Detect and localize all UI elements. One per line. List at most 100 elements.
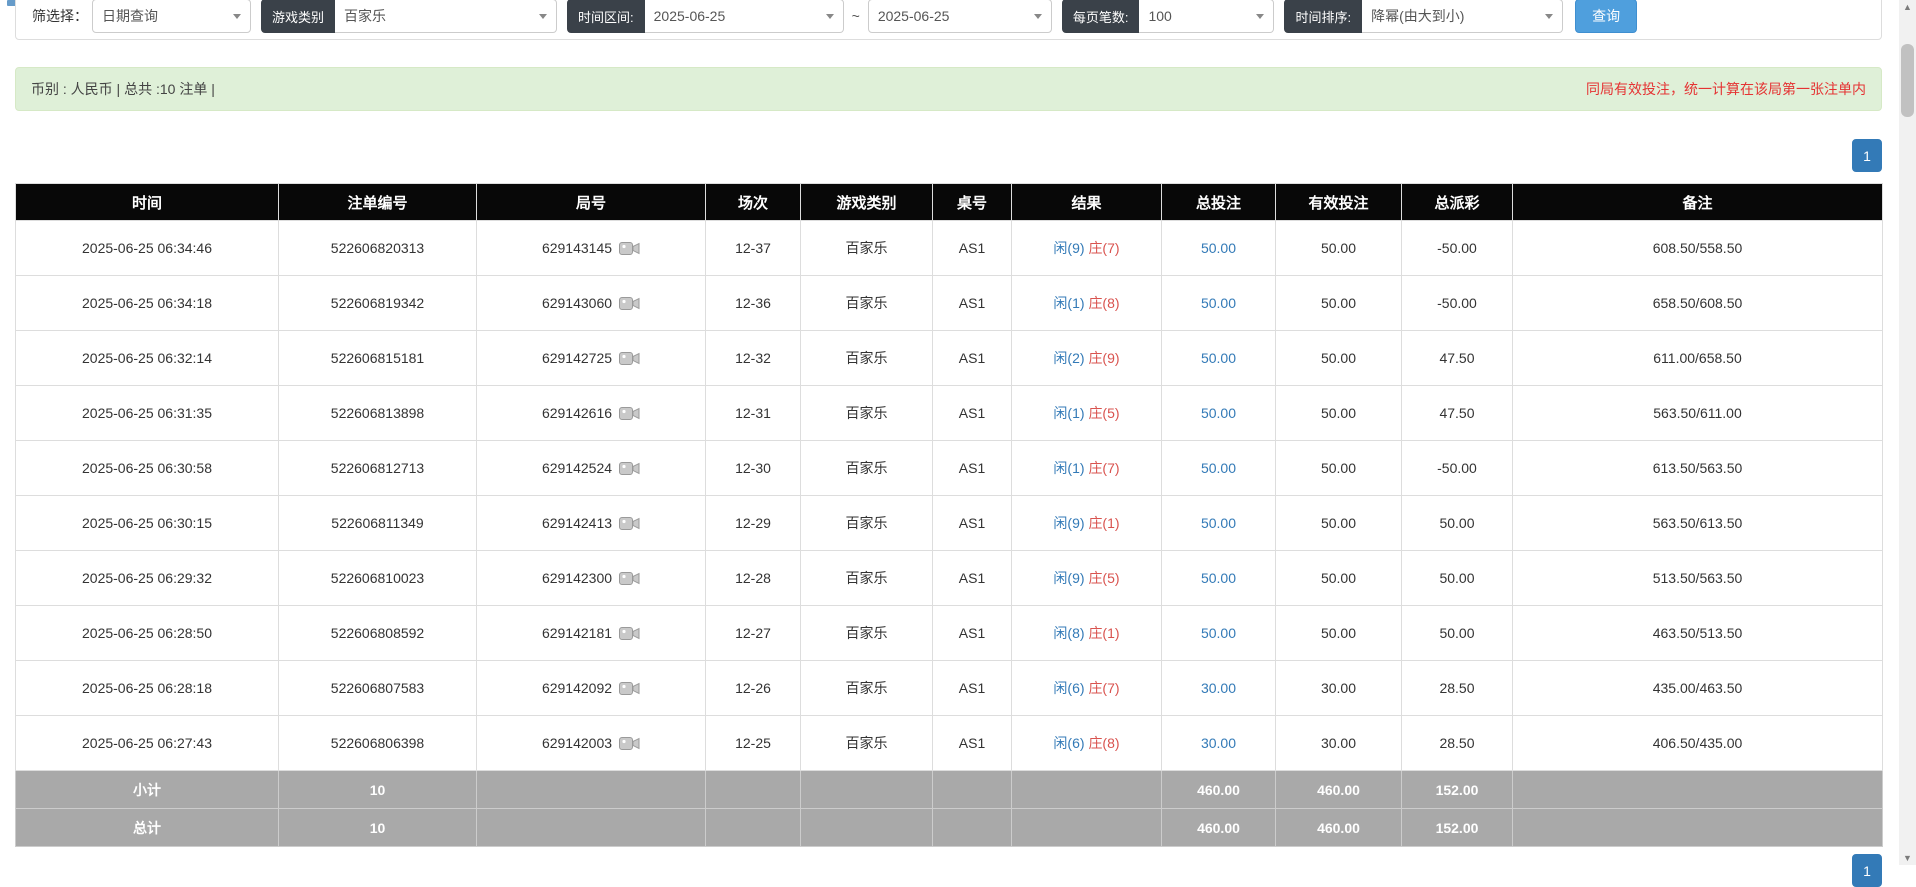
payout-cell: 50.00 [1402,606,1513,661]
total-bet-link[interactable]: 30.00 [1201,680,1236,696]
remark-cell: 513.50/563.50 [1513,551,1883,606]
total-valid-bet: 460.00 [1276,809,1402,847]
banker-result: 庄(8) [1088,735,1119,751]
total-bet-cell: 30.00 [1162,661,1276,716]
remark-cell: 435.00/463.50 [1513,661,1883,716]
sort-value: 降幂(由大到小) [1371,6,1464,26]
round-id: 629142181 [542,625,612,641]
result-cell: 闲(6) 庄(7) [1012,661,1162,716]
player-result: 闲(9) [1053,240,1084,256]
round-id: 629143145 [542,240,612,256]
round-cell: 629142003 [477,716,706,771]
player-result: 闲(9) [1053,570,1084,586]
game-category-label: 游戏类别 [261,0,335,33]
total-bet-link[interactable]: 50.00 [1201,460,1236,476]
subtotal-valid-bet: 460.00 [1276,771,1402,809]
video-replay-icon[interactable] [619,736,640,751]
scroll-up-icon[interactable]: ▲ [1899,0,1916,14]
video-replay-icon[interactable] [619,571,640,586]
video-replay-icon[interactable] [619,461,640,476]
header-payout: 总派彩 [1402,184,1513,221]
game-category-select[interactable]: 百家乐 [335,0,557,33]
total-bet-link[interactable]: 50.00 [1201,350,1236,366]
subtotal-total-bet: 460.00 [1162,771,1276,809]
time-cell: 2025-06-25 06:34:46 [16,221,279,276]
table-no-cell: AS1 [933,496,1012,551]
total-bet-cell: 50.00 [1162,331,1276,386]
header-valid-bet: 有效投注 [1276,184,1402,221]
payout-cell: 28.50 [1402,661,1513,716]
video-replay-icon[interactable] [619,241,640,256]
table-no-cell: AS1 [933,441,1012,496]
session-cell: 12-27 [706,606,801,661]
table-row: 2025-06-25 06:31:35522606813898629142616… [16,386,1883,441]
time-to-select[interactable]: 2025-06-25 [868,0,1052,33]
total-label: 总计 [16,809,279,847]
round-cell: 629142725 [477,331,706,386]
banker-result: 庄(7) [1088,680,1119,696]
empty-cell [933,771,1012,809]
total-bet-link[interactable]: 30.00 [1201,735,1236,751]
filter-type-value: 日期查询 [102,6,158,26]
total-row: 总计 10 460.00 460.00 152.00 [16,809,1883,847]
per-page-select[interactable]: 100 [1139,0,1274,33]
total-bet-link[interactable]: 50.00 [1201,295,1236,311]
round-id: 629143060 [542,295,612,311]
video-replay-icon[interactable] [619,296,640,311]
video-replay-icon[interactable] [619,626,640,641]
total-bet-link[interactable]: 50.00 [1201,570,1236,586]
session-cell: 12-30 [706,441,801,496]
time-cell: 2025-06-25 06:34:18 [16,276,279,331]
total-bet-link[interactable]: 50.00 [1201,405,1236,421]
total-bet-link[interactable]: 50.00 [1201,515,1236,531]
banker-result: 庄(7) [1088,240,1119,256]
total-bet-link[interactable]: 50.00 [1201,240,1236,256]
payout-cell: -50.00 [1402,276,1513,331]
bet-id-cell: 522606813898 [279,386,477,441]
round-id: 629142413 [542,515,612,531]
page-1-button[interactable]: 1 [1852,139,1882,172]
round-cell: 629142092 [477,661,706,716]
video-replay-icon[interactable] [619,351,640,366]
result-cell: 闲(1) 庄(5) [1012,386,1162,441]
round-cell: 629143060 [477,276,706,331]
payout-cell: 47.50 [1402,331,1513,386]
header-remark: 备注 [1513,184,1883,221]
vertical-scrollbar[interactable]: ▲ ▼ [1899,0,1916,865]
game-type-cell: 百家乐 [801,386,933,441]
session-cell: 12-31 [706,386,801,441]
header-table-no: 桌号 [933,184,1012,221]
result-cell: 闲(9) 庄(7) [1012,221,1162,276]
table-no-cell: AS1 [933,386,1012,441]
subtotal-count: 10 [279,771,477,809]
valid-bet-cell: 50.00 [1276,606,1402,661]
query-button[interactable]: 查询 [1575,0,1637,33]
game-type-cell: 百家乐 [801,221,933,276]
scroll-down-icon[interactable]: ▼ [1899,851,1916,865]
total-bet-link[interactable]: 50.00 [1201,625,1236,641]
remark-cell: 608.50/558.50 [1513,221,1883,276]
chevron-down-icon [1545,14,1553,19]
session-cell: 12-29 [706,496,801,551]
table-no-cell: AS1 [933,221,1012,276]
summary-bar: 币别 : 人民币 | 总共 :10 注单 | 同局有效投注，统一计算在该局第一张… [15,67,1882,111]
video-replay-icon[interactable] [619,681,640,696]
sort-select[interactable]: 降幂(由大到小) [1362,0,1563,33]
empty-cell [1012,809,1162,847]
subtotal-label: 小计 [16,771,279,809]
scrollbar-thumb[interactable] [1901,44,1914,117]
page-1-button-bottom[interactable]: 1 [1852,854,1882,887]
player-result: 闲(1) [1053,460,1084,476]
time-from-select[interactable]: 2025-06-25 [645,0,844,33]
round-id: 629142300 [542,570,612,586]
time-cell: 2025-06-25 06:28:18 [16,661,279,716]
filter-type-select[interactable]: 日期查询 [92,0,251,33]
header-round: 局号 [477,184,706,221]
video-replay-icon[interactable] [619,516,640,531]
time-cell: 2025-06-25 06:30:58 [16,441,279,496]
banker-result: 庄(7) [1088,460,1119,476]
banker-result: 庄(8) [1088,295,1119,311]
video-replay-icon[interactable] [619,406,640,421]
total-total-bet: 460.00 [1162,809,1276,847]
table-no-cell: AS1 [933,551,1012,606]
